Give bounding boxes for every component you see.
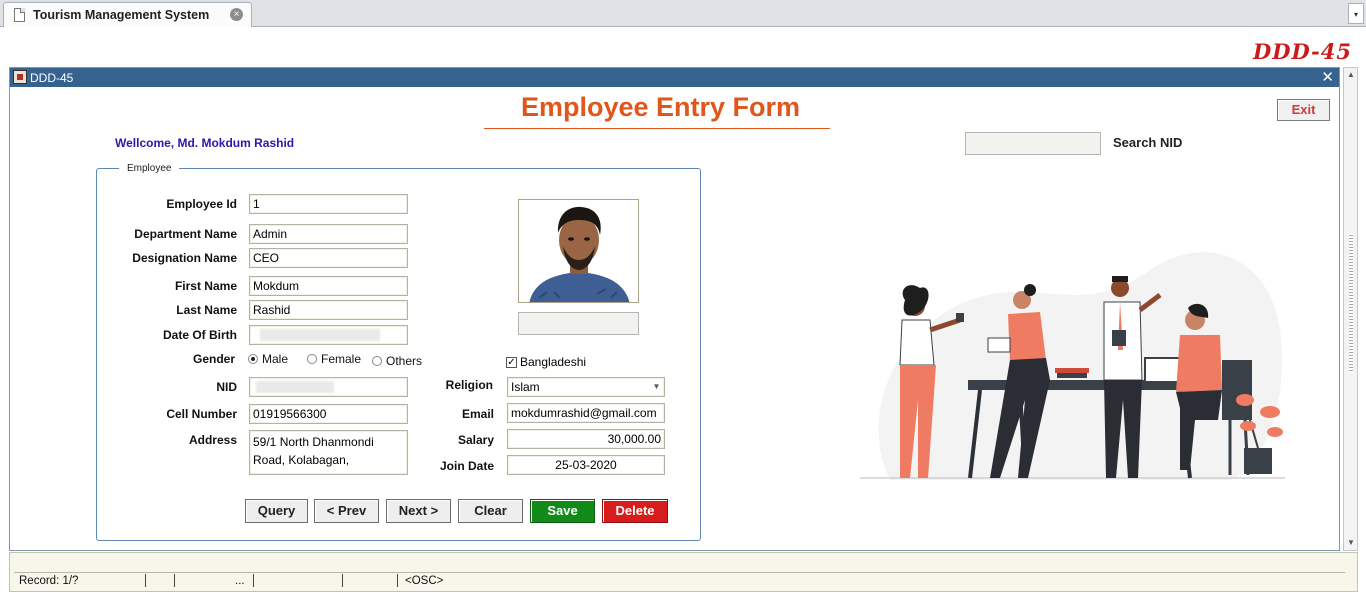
label-designation: Designation Name — [132, 251, 237, 265]
employee-panel: Employee Employee Id 1 Department Name A… — [96, 163, 701, 541]
window-close-icon[interactable]: ✕ — [1321, 68, 1334, 86]
exit-button[interactable]: Exit — [1277, 99, 1330, 121]
department-field[interactable]: Admin — [249, 224, 408, 244]
label-join-date: Join Date — [439, 459, 494, 473]
record-indicator: Record: 1/? — [19, 575, 79, 587]
browser-tab-title: Tourism Management System — [33, 8, 210, 22]
join-date-field[interactable]: 25-03-2020 — [507, 455, 665, 475]
status-divider — [342, 574, 343, 587]
status-divider — [253, 574, 254, 587]
app-logo: DDD-45 — [1253, 39, 1352, 64]
designation-field[interactable]: CEO — [249, 248, 408, 268]
gender-radio-male[interactable]: Male — [248, 352, 288, 366]
browser-tab-strip: Tourism Management System × ▾ — [0, 0, 1366, 27]
redacted-value — [256, 381, 334, 393]
salary-field[interactable]: 30,000.00 — [507, 429, 665, 449]
label-email: Email — [461, 407, 494, 421]
window-title: DDD-45 — [30, 71, 74, 85]
redacted-value — [260, 329, 380, 341]
address-line-2: Road, Kolabagan, — [253, 453, 350, 467]
save-button[interactable]: Save — [530, 499, 595, 523]
browser-tab[interactable]: Tourism Management System × — [3, 2, 252, 27]
query-button[interactable]: Query — [245, 499, 308, 523]
tab-close-icon[interactable]: × — [230, 8, 243, 21]
scroll-grip[interactable] — [1349, 233, 1353, 373]
status-divider — [145, 574, 146, 587]
scroll-up-icon[interactable]: ▲ — [1346, 70, 1356, 80]
status-divider — [397, 574, 398, 587]
checkbox-checked-icon: ✓ — [506, 356, 517, 368]
dropdown-arrow-icon: ▼ — [652, 382, 661, 391]
radio-icon — [372, 356, 382, 366]
first-name-field[interactable]: Mokdum — [249, 276, 408, 296]
label-date-of-birth: Date Of Birth — [162, 328, 237, 342]
label-employee-id: Employee Id — [166, 197, 237, 211]
clear-button[interactable]: Clear — [458, 499, 523, 523]
search-nid-label: Search NID — [1113, 135, 1183, 150]
team-meeting-illustration — [860, 252, 1285, 480]
label-department: Department Name — [134, 227, 237, 241]
address-field[interactable]: 59/1 North Dhanmondi Road, Kolabagan, — [249, 430, 408, 475]
label-cell-number: Cell Number — [166, 407, 237, 421]
title-underline — [484, 128, 830, 129]
radio-selected-icon — [248, 354, 258, 364]
document-icon — [14, 8, 25, 22]
label-address: Address — [188, 433, 237, 447]
vertical-scrollbar[interactable]: ▲ ▼ — [1343, 67, 1358, 551]
gender-radio-others[interactable]: Others — [372, 354, 422, 368]
cell-number-field[interactable]: 01919566300 — [249, 404, 408, 424]
gender-radio-female[interactable]: Female — [307, 352, 361, 366]
religion-select[interactable]: Islam ▼ — [507, 377, 665, 397]
status-ellipsis: ... — [235, 575, 245, 587]
scroll-down-icon[interactable]: ▼ — [1346, 538, 1356, 548]
status-line: Record: 1/? ... <OSC> — [14, 572, 1345, 589]
email-field[interactable]: mokdumrashid@gmail.com — [507, 403, 665, 423]
status-bar: Record: 1/? ... <OSC> — [9, 552, 1358, 592]
label-nid: NID — [216, 380, 237, 394]
employee-photo — [518, 199, 639, 303]
window-app-icon — [13, 70, 27, 84]
prev-button[interactable]: < Prev — [314, 499, 379, 523]
label-gender: Gender — [192, 352, 235, 366]
bangladeshi-checkbox[interactable]: ✓ Bangladeshi — [506, 355, 586, 369]
next-button[interactable]: Next > — [386, 499, 451, 523]
nid-field[interactable] — [249, 377, 408, 397]
label-first-name: First Name — [174, 279, 237, 293]
person-photo-icon — [519, 200, 638, 302]
delete-button[interactable]: Delete — [602, 499, 668, 523]
radio-icon — [307, 354, 317, 364]
photo-path-field[interactable] — [518, 312, 639, 335]
address-line-1: 59/1 North Dhanmondi — [253, 435, 374, 449]
search-nid-input[interactable] — [965, 132, 1101, 155]
employee-id-field[interactable]: 1 — [249, 194, 408, 214]
status-divider — [174, 574, 175, 587]
date-of-birth-field[interactable] — [249, 325, 408, 345]
window-title-bar: DDD-45 ✕ — [10, 68, 1339, 87]
label-salary: Salary — [457, 433, 494, 447]
tab-list-dropdown-icon[interactable]: ▾ — [1348, 3, 1364, 24]
label-religion: Religion — [445, 378, 493, 392]
welcome-message: Wellcome, Md. Mokdum Rashid — [115, 136, 295, 150]
status-mode: <OSC> — [405, 575, 444, 587]
last-name-field[interactable]: Rashid — [249, 300, 408, 320]
panel-legend: Employee — [119, 163, 180, 174]
form-title: Employee Entry Form — [520, 92, 801, 122]
label-last-name: Last Name — [176, 303, 237, 317]
